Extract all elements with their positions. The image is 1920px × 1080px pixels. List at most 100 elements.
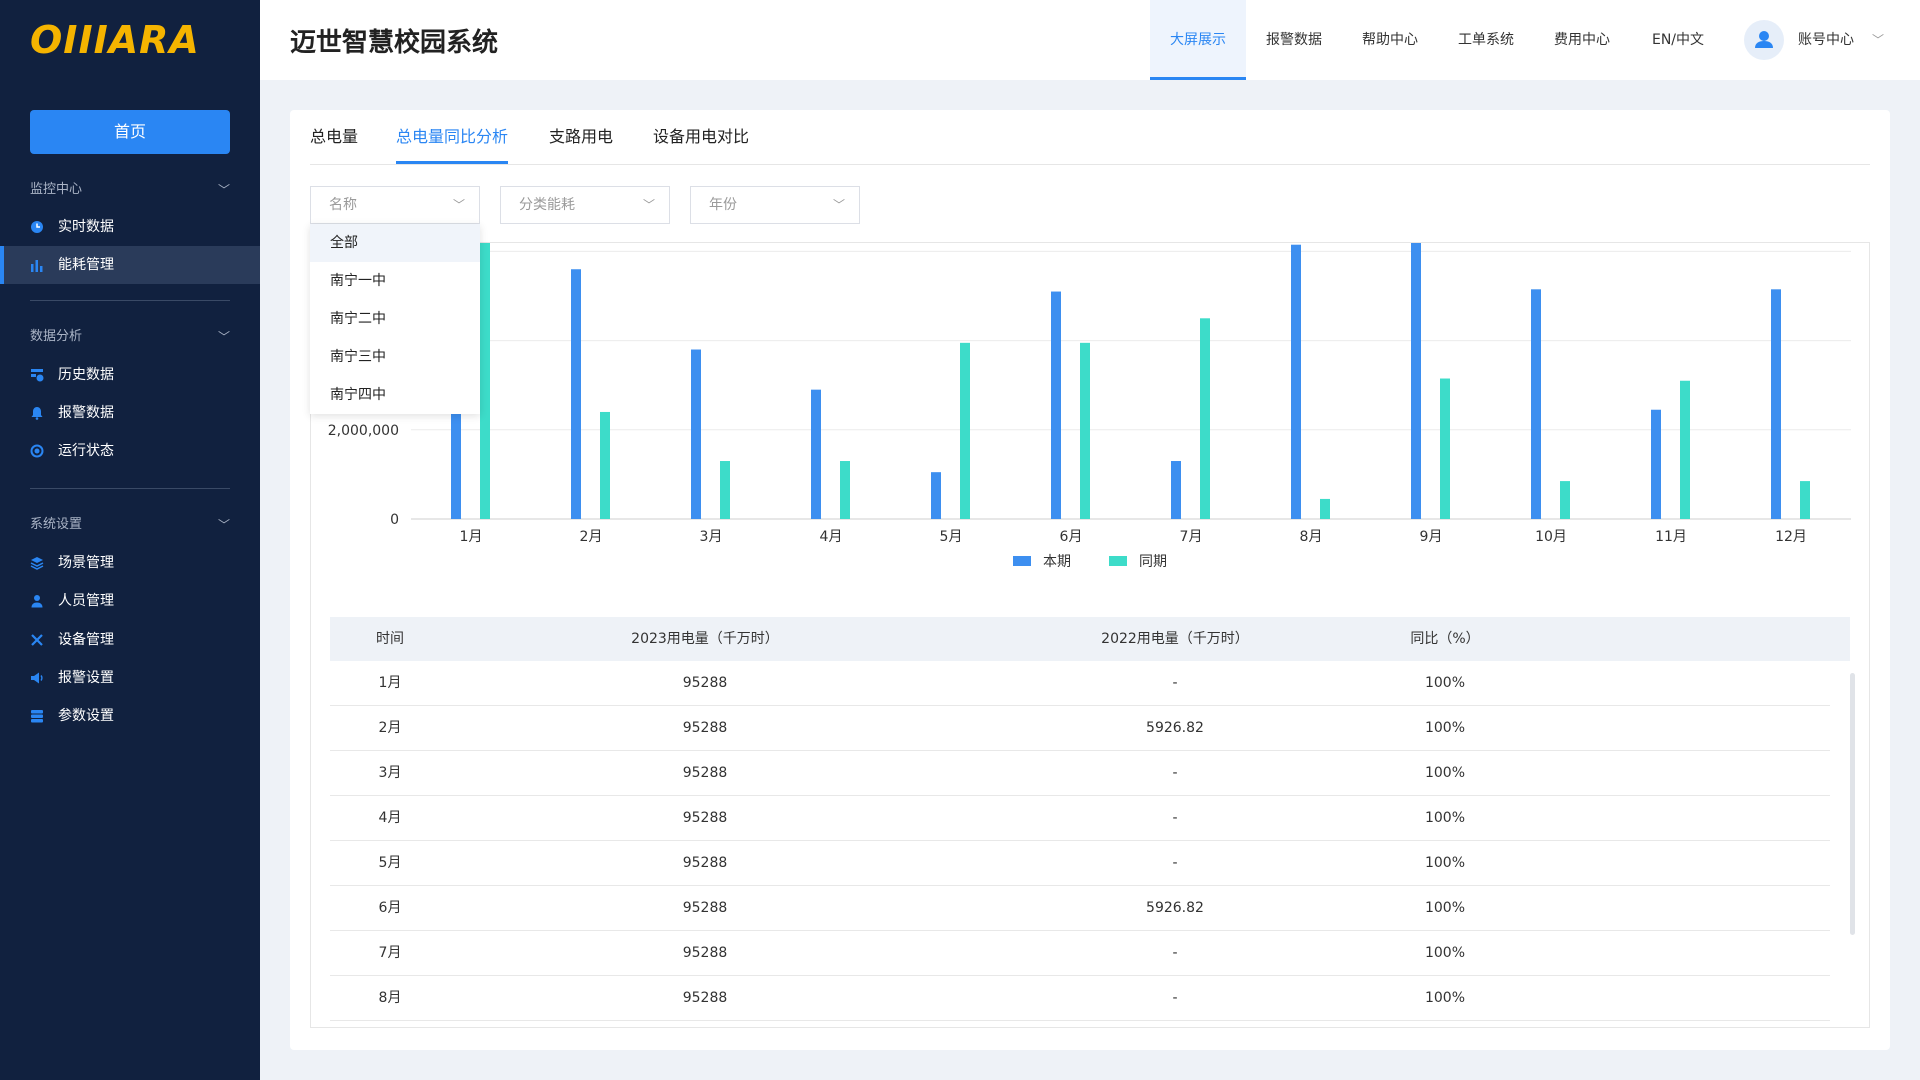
nav-big-screen[interactable]: 大屏展示 (1150, 0, 1246, 80)
dropdown-option[interactable]: 全部 (310, 224, 480, 262)
cell-2022: - (1172, 810, 1178, 826)
table-header: 时间 2023用电量（千万时） 2022用电量（千万时） 同比（%） (330, 617, 1850, 661)
sidebar-item-label: 能耗管理 (58, 257, 114, 273)
legend-swatch (1109, 556, 1127, 566)
nav-help-center[interactable]: 帮助中心 (1342, 0, 1438, 80)
table-row[interactable]: 7月 95288 - 100% (330, 931, 1830, 976)
table-row[interactable]: 5月 95288 - 100% (330, 841, 1830, 886)
table-row[interactable]: 2月 95288 5926.82 100% (330, 706, 1830, 751)
sidebar: OIIIARA 首页 监控中心 ﹀ 实时数据 能耗管理 数据分析 ﹀ 历史数据 … (0, 0, 260, 1080)
table-row[interactable]: 1月 95288 - 100% (330, 661, 1830, 706)
sidebar-item-device[interactable]: 设备管理 (0, 621, 260, 659)
bar-current (931, 472, 941, 519)
table-row[interactable]: 4月 95288 - 100% (330, 796, 1830, 841)
sidebar-item-alarm-data[interactable]: 报警数据 (0, 394, 260, 432)
tab-yoy-analysis[interactable]: 总电量同比分析 (396, 110, 509, 164)
cell-yoy: 100% (1424, 990, 1466, 1006)
sidebar-item-alarm-settings[interactable]: 报警设置 (0, 659, 260, 697)
bar-previous (1680, 380, 1690, 519)
nav-alarm-data[interactable]: 报警数据 (1246, 0, 1342, 80)
nav-billing-center[interactable]: 费用中心 (1534, 0, 1630, 80)
col-2023: 2023用电量（千万时） (631, 631, 779, 647)
dropdown-option[interactable]: 南宁四中 (310, 376, 480, 414)
tab-total-power[interactable]: 总电量 (310, 110, 358, 164)
bar-current (1531, 289, 1541, 519)
sidebar-item-params[interactable]: 参数设置 (0, 697, 260, 735)
account-center[interactable]: 账号中心 (1798, 0, 1854, 80)
database-icon (31, 710, 43, 723)
legend-label: 本期 (1043, 554, 1071, 570)
tab-device-compare[interactable]: 设备用电对比 (653, 110, 749, 164)
x-tick-label: 10月 (1535, 529, 1567, 545)
bar-current (1051, 291, 1061, 519)
sidebar-item-scene[interactable]: 场景管理 (0, 544, 260, 582)
col-time: 时间 (376, 631, 404, 647)
sidebar-item-label: 设备管理 (58, 632, 114, 648)
legend-swatch (1013, 556, 1031, 566)
cell-time: 7月 (378, 945, 402, 961)
bar-previous (1800, 481, 1810, 519)
bar-previous (960, 342, 970, 519)
category-select[interactable]: 分类能耗 ﹀ (500, 186, 670, 224)
cell-yoy: 100% (1424, 765, 1466, 781)
bar-chart-icon (31, 260, 43, 272)
layers-icon (30, 557, 44, 570)
main-card: 总电量 总电量同比分析 支路用电 设备用电对比 名称 ﹀ 分类能耗 ﹀ 年份 ﹀… (290, 110, 1890, 1050)
cell-2023: 95288 (682, 810, 728, 826)
x-tick-label: 1月 (460, 529, 483, 545)
x-tick-label: 7月 (1180, 529, 1203, 545)
speaker-icon (31, 672, 43, 684)
sidebar-item-label: 实时数据 (58, 219, 114, 235)
year-select[interactable]: 年份 ﹀ (690, 186, 860, 224)
group-title-label: 系统设置 (30, 517, 83, 532)
name-select[interactable]: 名称 ﹀ (310, 186, 480, 224)
bar-previous (480, 243, 490, 519)
avatar[interactable] (1744, 20, 1784, 60)
sidebar-item-energy[interactable]: 能耗管理 (0, 246, 260, 284)
bar-current (691, 349, 701, 519)
table-row[interactable]: 8月 95288 - 100% (330, 976, 1830, 1021)
sidebar-item-label: 历史数据 (58, 367, 114, 383)
bar-previous (600, 411, 610, 519)
sidebar-item-people[interactable]: 人员管理 (0, 582, 260, 620)
cell-2023: 95288 (682, 720, 728, 736)
tab-branch-power[interactable]: 支路用电 (549, 110, 613, 164)
sidebar-item-label: 运行状态 (58, 443, 114, 459)
group-system-settings[interactable]: 系统设置 ﹀ (30, 514, 230, 536)
dropdown-option[interactable]: 南宁二中 (310, 300, 480, 338)
category-select-placeholder: 分类能耗 (519, 197, 575, 213)
sidebar-item-realtime[interactable]: 实时数据 (0, 208, 260, 246)
group-data-analysis[interactable]: 数据分析 ﹀ (30, 326, 230, 348)
bar-previous (840, 461, 850, 519)
sidebar-item-label: 人员管理 (58, 593, 114, 609)
group-title-label: 监控中心 (30, 182, 83, 197)
sidebar-item-label: 参数设置 (58, 708, 114, 724)
top-header: 迈世智慧校园系统 大屏展示 报警数据 帮助中心 工单系统 费用中心 EN/中文 … (260, 0, 1920, 80)
dropdown-option[interactable]: 南宁一中 (310, 262, 480, 300)
bar-current (1411, 243, 1421, 519)
sidebar-item-label: 报警数据 (58, 405, 114, 421)
bar-previous (720, 461, 730, 519)
table-row[interactable]: 3月 95288 - 100% (330, 751, 1830, 796)
x-tick-label: 4月 (820, 529, 843, 545)
home-button[interactable]: 首页 (30, 110, 230, 154)
chevron-down-icon: ﹀ (642, 198, 655, 212)
chevron-down-icon[interactable]: ﹀ (1872, 0, 1884, 80)
language-toggle[interactable]: EN/中文 (1630, 0, 1726, 80)
x-tick-label: 5月 (940, 529, 963, 545)
cell-2022: - (1172, 675, 1178, 691)
sidebar-item-run-status[interactable]: 运行状态 (0, 432, 260, 470)
table-row[interactable]: 6月 95288 5926.82 100% (330, 886, 1830, 931)
yoy-bar-chart: 02,000,0004,000,0001月2月3月4月5月6月7月8月9月10月… (328, 243, 1851, 570)
cell-2023: 95288 (682, 765, 728, 781)
sidebar-item-history[interactable]: 历史数据 (0, 356, 260, 394)
chevron-down-icon: ﹀ (832, 198, 845, 212)
cell-yoy: 100% (1424, 675, 1466, 691)
nav-ticket-system[interactable]: 工单系统 (1438, 0, 1534, 80)
cell-2023: 95288 (682, 900, 728, 916)
user-icon (31, 595, 43, 608)
dropdown-option[interactable]: 南宁三中 (310, 338, 480, 376)
group-monitor-center[interactable]: 监控中心 ﹀ (30, 179, 230, 201)
chevron-down-icon: ﹀ (217, 183, 230, 197)
table-scrollbar[interactable] (1850, 673, 1855, 935)
